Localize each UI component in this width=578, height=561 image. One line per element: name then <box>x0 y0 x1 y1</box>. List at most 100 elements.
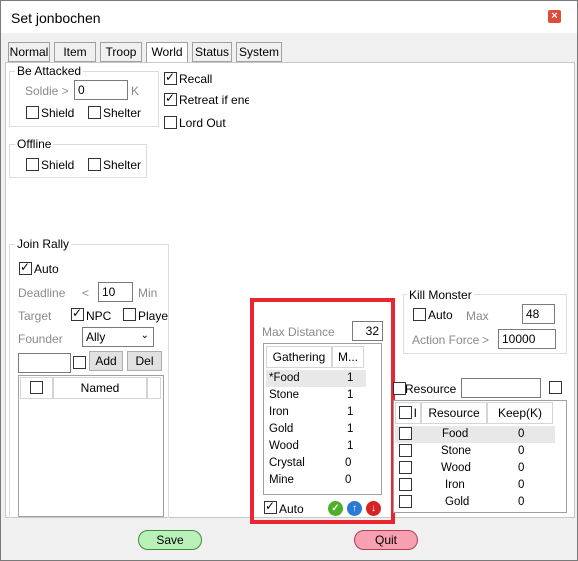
monster-auto-checkbox[interactable] <box>413 308 426 321</box>
deadline-input[interactable]: 10 <box>98 282 133 302</box>
keep-column-header[interactable]: Keep(K) <box>487 402 553 424</box>
resource-keep: 0 <box>518 496 525 508</box>
player-label: Playe <box>138 309 169 323</box>
join-rally-title: Join Rally <box>15 237 72 251</box>
founder-label: Founder <box>18 332 63 346</box>
row-checkbox[interactable] <box>399 427 412 440</box>
m-column-header[interactable]: M... <box>332 346 364 368</box>
offline-title: Offline <box>15 137 54 151</box>
shelter-label: Shelter <box>103 106 142 120</box>
resource-name: Iron <box>445 479 465 491</box>
gathering-name: Iron <box>269 406 289 418</box>
resource-extra-checkbox[interactable] <box>549 381 562 394</box>
add-button[interactable]: Add <box>89 351 123 371</box>
soldier-label: Soldie > <box>25 84 69 98</box>
resource-select-all-checkbox[interactable] <box>399 406 412 419</box>
action-force-operator: > <box>482 333 490 347</box>
recall-checkbox[interactable] <box>164 70 177 85</box>
gathering-table: Gathering M... *Food 1 Stone 1 Iron 1 Go… <box>263 343 382 495</box>
target-label: Target <box>18 309 52 323</box>
resource-input[interactable] <box>461 378 541 398</box>
kill-monster-title: Kill Monster <box>407 288 474 302</box>
rally-auto-label: Auto <box>34 262 59 276</box>
window-title: Set jonbochen <box>11 10 101 26</box>
row-checkbox[interactable] <box>399 444 412 457</box>
rally-name-checkbox[interactable] <box>73 356 86 369</box>
gathering-name: Mine <box>269 474 294 486</box>
action-force-label: Action Force <box>412 333 480 347</box>
resource-name: Stone <box>441 445 472 457</box>
monster-max-label: Max <box>466 309 489 323</box>
move-down-icon[interactable]: ↓ <box>366 501 381 516</box>
gathering-name: Gold <box>269 423 294 435</box>
close-icon[interactable]: × <box>548 10 561 23</box>
gathering-name: Wood <box>269 440 299 452</box>
tab-status[interactable]: Status <box>192 42 232 62</box>
recall-label: Recall <box>179 72 213 86</box>
npc-label: NPC <box>86 309 112 323</box>
gathering-auto-checkbox[interactable] <box>264 499 277 514</box>
tab-troop[interactable]: Troop <box>100 42 142 62</box>
deadline-operator: < <box>82 286 90 300</box>
lord-out-label: Lord Out <box>179 116 226 130</box>
gathering-value: 0 <box>345 474 352 486</box>
tab-world[interactable]: World <box>146 42 188 63</box>
gathering-value: 1 <box>347 389 354 401</box>
resource-name: Gold <box>445 496 470 508</box>
resource-i-header: I <box>395 402 421 424</box>
resource-name: Food <box>442 428 469 440</box>
tab-item[interactable]: Item <box>54 42 96 62</box>
shield-label: Shield <box>41 106 75 120</box>
action-force-input[interactable]: 10000 <box>498 329 556 349</box>
move-up-icon[interactable]: ↑ <box>347 501 362 516</box>
soldier-unit: K <box>131 84 140 98</box>
npc-checkbox[interactable] <box>71 306 84 321</box>
lord-out-checkbox[interactable] <box>164 116 177 129</box>
quit-button[interactable]: Quit <box>354 530 418 550</box>
monster-auto-label: Auto <box>428 308 453 322</box>
selected-row-bg <box>395 426 555 443</box>
founder-select[interactable]: Ally ⌄ <box>82 327 154 347</box>
named-select-all-header <box>20 377 53 399</box>
offline-shield-checkbox[interactable] <box>26 158 39 171</box>
max-distance-input[interactable]: 32 <box>352 321 383 341</box>
soldier-input[interactable]: 0 <box>74 80 128 100</box>
settings-window: Set jonbochen × Normal Item Troop World … <box>0 0 578 561</box>
gathering-value: 1 <box>347 406 354 418</box>
tab-system[interactable]: System <box>236 42 282 62</box>
named-filler-header <box>147 377 161 399</box>
del-button[interactable]: Del <box>127 351 162 371</box>
named-column-header[interactable]: Named <box>53 377 147 399</box>
gathering-name: Crystal <box>269 457 305 469</box>
resource-table: I Resource Keep(K) Food 0 Stone 0 Wood 0… <box>393 400 567 513</box>
gathering-value: 1 <box>347 423 354 435</box>
resource-label: Resource <box>405 382 457 396</box>
monster-max-input[interactable]: 48 <box>522 304 555 324</box>
max-distance-label: Max Distance <box>262 325 335 339</box>
tab-normal[interactable]: Normal <box>8 42 50 62</box>
chevron-down-icon: ⌄ <box>140 330 149 341</box>
title-bar: Set jonbochen × <box>1 1 577 33</box>
deadline-unit: Min <box>138 286 158 300</box>
offline-shelter-checkbox[interactable] <box>88 158 101 171</box>
save-button[interactable]: Save <box>138 530 202 550</box>
shelter-checkbox[interactable] <box>88 106 101 119</box>
gathering-value: 1 <box>347 372 354 384</box>
gathering-column-header[interactable]: Gathering <box>266 346 332 368</box>
named-select-all-checkbox[interactable] <box>30 381 43 394</box>
retreat-checkbox[interactable] <box>164 91 177 106</box>
resource-column-header[interactable]: Resource <box>421 402 487 424</box>
confirm-icon[interactable]: ✓ <box>328 501 343 516</box>
rally-auto-checkbox[interactable] <box>19 260 32 275</box>
gathering-name: *Food <box>269 372 300 384</box>
gathering-value: 1 <box>347 440 354 452</box>
rally-name-input[interactable] <box>18 353 71 373</box>
resource-name: Wood <box>441 462 471 474</box>
row-checkbox[interactable] <box>399 478 412 491</box>
resource-keep: 0 <box>518 445 525 457</box>
row-checkbox[interactable] <box>399 461 412 474</box>
deadline-label: Deadline <box>18 286 66 300</box>
row-checkbox[interactable] <box>399 495 412 508</box>
shield-checkbox[interactable] <box>26 106 39 119</box>
player-checkbox[interactable] <box>123 308 136 321</box>
